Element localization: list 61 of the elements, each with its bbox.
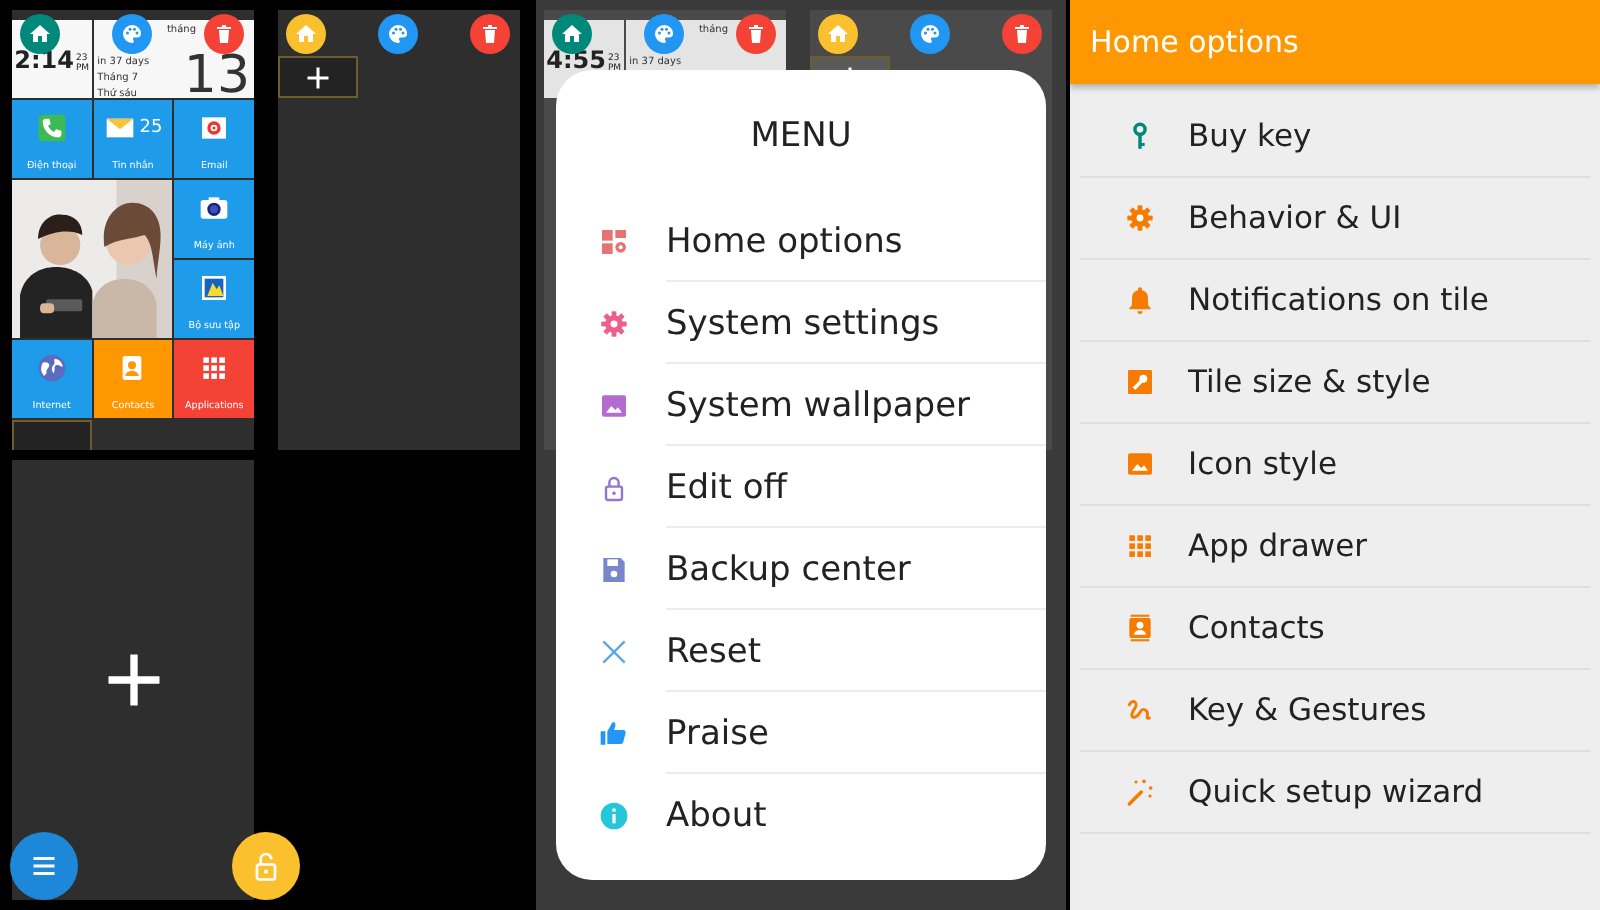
delete-button[interactable]: [736, 14, 776, 54]
globe-icon: [35, 352, 68, 384]
home-button[interactable]: [818, 14, 858, 54]
settings-item[interactable]: App drawer: [1080, 506, 1590, 588]
clock-time: 4:55: [546, 48, 606, 74]
settings-item[interactable]: Icon style: [1080, 424, 1590, 506]
delete-button[interactable]: [1002, 14, 1042, 54]
trash-icon: [1010, 22, 1034, 46]
settings-item[interactable]: Behavior & UI: [1080, 178, 1590, 260]
gear-icon: [598, 307, 630, 339]
dialog-title: MENU: [750, 114, 852, 160]
save-icon: [598, 553, 630, 585]
settings-item[interactable]: Buy key: [1080, 96, 1590, 178]
palette-button[interactable]: [378, 14, 418, 54]
home-button[interactable]: [552, 14, 592, 54]
settings-item[interactable]: Tile size & style: [1080, 342, 1590, 424]
trash-icon: [744, 22, 768, 46]
grid-icon: [198, 352, 231, 384]
calendar-day: 13: [183, 52, 250, 98]
palette-button[interactable]: [112, 14, 152, 54]
phone-icon: [35, 112, 68, 144]
cross-icon: [598, 635, 630, 667]
screen-title: Home options: [1090, 24, 1299, 60]
grid-icon: [1124, 530, 1156, 562]
gear-icon: [1124, 202, 1156, 234]
home-icon: [560, 22, 584, 46]
image-icon: [598, 389, 630, 421]
trash-icon: [212, 22, 236, 46]
home-icon: [826, 22, 850, 46]
palette-button[interactable]: [644, 14, 684, 54]
palette-icon: [918, 22, 942, 46]
home-button[interactable]: [286, 14, 326, 54]
clock-time: 2:14: [14, 48, 74, 74]
add-tile-button[interactable]: [278, 56, 358, 98]
delete-button[interactable]: [470, 14, 510, 54]
layout-icon: [598, 225, 630, 257]
settings-item[interactable]: Notifications on tile: [1080, 260, 1590, 342]
home-icon: [294, 22, 318, 46]
lock-button[interactable]: [232, 832, 300, 900]
delete-button[interactable]: [204, 14, 244, 54]
thumbs-up-icon: [598, 717, 630, 749]
palette-button[interactable]: [910, 14, 950, 54]
palette-icon: [652, 22, 676, 46]
wrench-icon: [1124, 366, 1156, 398]
settings-item[interactable]: Key & Gestures: [1080, 670, 1590, 752]
settings-item[interactable]: Contacts: [1080, 588, 1590, 670]
palette-icon: [120, 22, 144, 46]
target-icon: [198, 112, 231, 144]
camera-icon: [198, 192, 231, 224]
plus-icon: [303, 63, 332, 91]
settings-item[interactable]: Quick setup wizard: [1080, 752, 1590, 834]
info-icon: [598, 799, 630, 831]
bell-icon: [1124, 284, 1156, 316]
unread-count: 25: [139, 118, 163, 138]
image-icon: [1124, 448, 1156, 480]
magic-wand-icon: [1124, 776, 1156, 808]
landscape-icon: [198, 272, 231, 304]
trash-icon: [478, 22, 502, 46]
palette-icon: [386, 22, 410, 46]
contact-card-icon: [1124, 612, 1156, 644]
squiggle-icon: [1124, 694, 1156, 726]
